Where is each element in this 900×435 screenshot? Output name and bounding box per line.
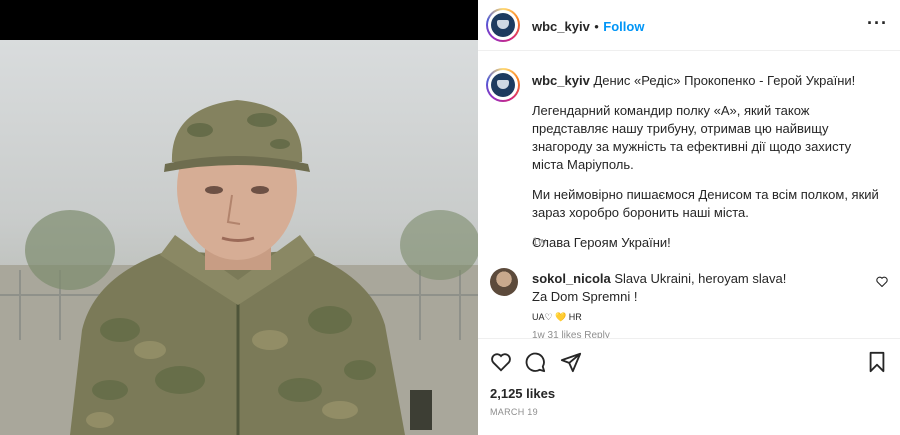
club-logo-icon [491, 73, 515, 97]
follow-button[interactable]: Follow [603, 19, 644, 34]
post-caption: wbc_kyiv Денис «Редіс» Прокопенко - Геро… [532, 72, 882, 264]
caption-paragraph-2: Ми неймовірно пишаємося Денисом та всім … [532, 187, 879, 220]
comment-text-1: Slava Ukraini, heroyam slava! [614, 271, 787, 286]
comment-like-icon[interactable] [876, 276, 888, 290]
header-username[interactable]: wbc_kyiv [532, 19, 590, 34]
comment-text-2: Za Dom Spremni ! [532, 289, 638, 304]
more-icon[interactable]: ··· [867, 14, 888, 32]
share-icon[interactable] [560, 351, 582, 373]
caption-paragraph-3: Слава Героям України! [532, 235, 671, 250]
club-logo-icon [491, 13, 515, 37]
comment-icon[interactable] [524, 351, 546, 373]
comment: sokol_nicola Slava Ukraini, heroyam slav… [532, 270, 862, 326]
caption-title: Денис «Редіс» Прокопенко - Герой України… [593, 73, 856, 88]
caption-paragraph-1: Легендарний командир полку «А», який так… [532, 103, 852, 172]
caption-author-avatar[interactable] [486, 68, 520, 102]
caption-username[interactable]: wbc_kyiv [532, 73, 590, 88]
post-photo-pane [0, 0, 478, 435]
caption-time[interactable]: 1w [532, 236, 546, 248]
post-photo [0, 40, 478, 435]
like-icon[interactable] [490, 351, 512, 373]
comment-emoji-line: UA♡ 💛 HR [532, 312, 582, 322]
commenter-avatar[interactable] [490, 268, 518, 296]
post-sidebar: wbc_kyiv • Follow ··· wbc_kyiv Денис «Ре… [478, 0, 900, 435]
post-actions [478, 338, 900, 383]
separator-dot: • [594, 19, 599, 34]
post-header: wbc_kyiv • Follow ··· [478, 0, 900, 51]
author-avatar[interactable] [486, 8, 520, 42]
post-date: MARCH 19 [490, 407, 538, 417]
likes-count[interactable]: 2,125 likes [490, 386, 555, 401]
soldier-photo [0, 100, 478, 435]
save-icon[interactable] [866, 351, 888, 373]
comment-username[interactable]: sokol_nicola [532, 271, 611, 286]
